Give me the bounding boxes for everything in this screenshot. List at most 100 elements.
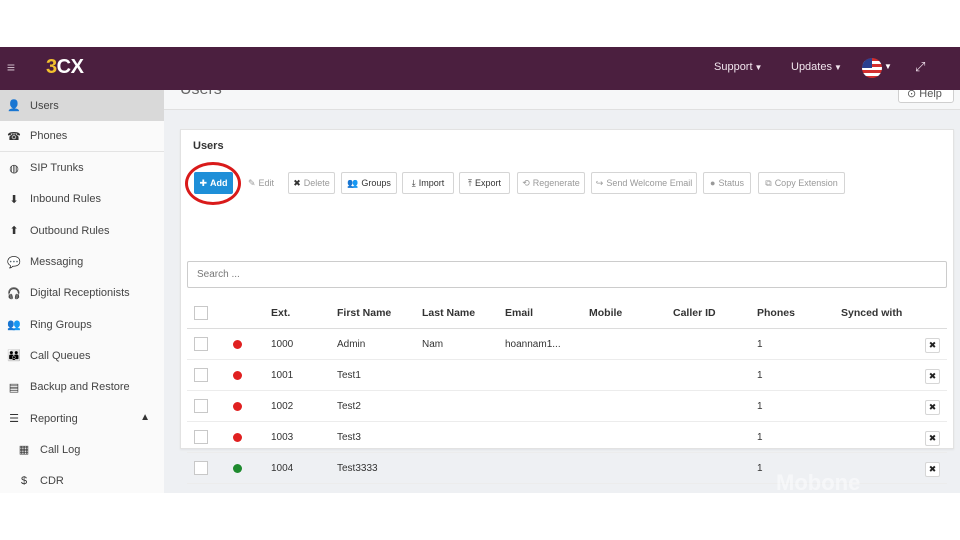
- table-row[interactable]: 1000 Admin Nam hoannam1... 1 ✖: [187, 329, 947, 360]
- table-body: 1000 Admin Nam hoannam1... 1 ✖ 1001 Test1 1 ✖ 1002…: [187, 329, 947, 484]
- user-icon: 👤: [7, 100, 21, 112]
- download-icon: ⤓: [411, 177, 416, 188]
- row-checkbox[interactable]: [194, 430, 208, 444]
- row-delete-icon[interactable]: ✖: [925, 400, 940, 415]
- sidebar-item-call-log[interactable]: ▦ Call Log: [0, 434, 164, 465]
- column-header-caller-id[interactable]: Caller ID: [673, 298, 716, 329]
- expand-icon[interactable]: ⤢: [915, 59, 925, 75]
- sidebar-item-backup-and-restore[interactable]: ▤ Backup and Restore: [0, 372, 164, 403]
- import-button[interactable]: ⤓ Import: [402, 172, 454, 194]
- column-header-last-name[interactable]: Last Name: [422, 298, 475, 329]
- watermark: Mobone: [776, 470, 861, 495]
- group-icon: 👥: [347, 177, 359, 188]
- pencil-icon: ✎: [247, 177, 256, 188]
- cell-phones: 1: [757, 339, 763, 350]
- send-welcome-email-button[interactable]: ↪ Send Welcome Email: [591, 172, 697, 194]
- sidebar-item-ring-groups[interactable]: 👥 Ring Groups: [0, 309, 164, 340]
- sidebar-item-call-queues[interactable]: 👪 Call Queues: [0, 340, 164, 371]
- support-menu[interactable]: Support ▼: [714, 61, 762, 73]
- copy-icon: ⧉: [765, 177, 772, 188]
- document-icon: ▦: [18, 444, 30, 457]
- sidebar-item-label: Phones: [30, 130, 68, 143]
- sidebar-item-inbound-rules[interactable]: ⬇ Inbound Rules: [0, 184, 164, 215]
- cell-first: Admin: [337, 339, 366, 350]
- sidebar-item-label: Digital Receptionists: [30, 287, 130, 300]
- sidebar-item-cdr[interactable]: $ CDR: [0, 466, 164, 493]
- chevron-up-icon[interactable]: ▲: [140, 412, 150, 423]
- status-button[interactable]: ● Status: [703, 172, 751, 194]
- cell-ext: 1001: [271, 370, 294, 381]
- sidebar-item-users[interactable]: 👤 Users: [0, 90, 164, 121]
- column-header-email[interactable]: Email: [505, 298, 533, 329]
- sidebar-item-label: Backup and Restore: [30, 381, 130, 394]
- sidebar-item-phones[interactable]: ☎ Phones: [0, 121, 164, 153]
- row-checkbox[interactable]: [194, 337, 208, 351]
- table-row[interactable]: 1003 Test3 1 ✖: [187, 422, 947, 453]
- groups-button[interactable]: 👥 Groups: [341, 172, 397, 194]
- row-checkbox[interactable]: [194, 368, 208, 382]
- cell-email: hoannam1...: [505, 339, 561, 350]
- column-header-phones[interactable]: Phones: [757, 298, 795, 329]
- arrow-up-icon: ⬆: [9, 225, 19, 238]
- arrow-down-icon: ⬇: [9, 193, 19, 206]
- refresh-icon: ⟲: [522, 177, 530, 188]
- hamburger-menu-icon[interactable]: ≡: [4, 59, 18, 75]
- updates-menu[interactable]: Updates ▼: [791, 61, 842, 73]
- regenerate-button[interactable]: ⟲ Regenerate: [517, 172, 585, 194]
- globe-icon: ◍: [9, 162, 19, 175]
- sidebar-item-label: Inbound Rules: [30, 193, 101, 206]
- row-delete-icon[interactable]: ✖: [925, 431, 940, 446]
- copy-extension-button[interactable]: ⧉ Copy Extension: [758, 172, 845, 194]
- table-row[interactable]: 1002 Test2 1 ✖: [187, 391, 947, 422]
- sidebar-item-reporting[interactable]: ☰ Reporting ▲: [0, 403, 164, 434]
- status-dot: [233, 340, 242, 349]
- add-button[interactable]: ✚ Add: [194, 172, 233, 194]
- queue-icon: 👪: [7, 350, 21, 363]
- select-all-checkbox[interactable]: [194, 306, 208, 320]
- edit-button[interactable]: ✎ Edit: [242, 172, 280, 194]
- upload-icon: ⤒: [468, 177, 472, 188]
- table-row[interactable]: 1001 Test1 1 ✖: [187, 360, 947, 391]
- status-dot: [233, 433, 242, 442]
- sidebar-item-digital-receptionists[interactable]: 🎧 Digital Receptionists: [0, 278, 164, 309]
- column-header-first-name[interactable]: First Name: [337, 298, 391, 329]
- database-icon: ▤: [8, 381, 20, 394]
- row-delete-icon[interactable]: ✖: [925, 338, 940, 353]
- us-flag-icon[interactable]: [862, 58, 882, 78]
- sidebar-item-outbound-rules[interactable]: ⬆ Outbound Rules: [0, 215, 164, 246]
- column-header-synced-with[interactable]: Synced with: [841, 298, 902, 329]
- plus-icon: ✚: [199, 177, 208, 188]
- row-delete-icon[interactable]: ✖: [925, 369, 940, 384]
- cell-first: Test2: [337, 401, 361, 412]
- caret-down-icon: ▼: [754, 63, 763, 72]
- status-dot: [233, 371, 242, 380]
- app-window: ≡ 3CX Support▼ Updates▼ ▼ ⤢ Users ⊙ Help…: [0, 47, 960, 493]
- logo[interactable]: 3CX: [46, 56, 84, 79]
- delete-button[interactable]: ✖ Delete: [288, 172, 335, 194]
- list-icon: ☰: [9, 413, 19, 425]
- caret-down-icon[interactable]: ▼: [884, 62, 892, 71]
- column-header-ext[interactable]: Ext.: [271, 298, 290, 329]
- cell-phones: 1: [757, 432, 763, 443]
- cell-first: Test3: [337, 432, 361, 443]
- close-icon: ✖: [293, 177, 301, 188]
- export-button[interactable]: ⤒ Export: [459, 172, 510, 194]
- status-dot: [233, 464, 242, 473]
- sidebar-item-label: Outbound Rules: [30, 224, 110, 237]
- users-table: Ext. First Name Last Name Email Mobile C…: [187, 298, 947, 484]
- group-icon: 👥: [7, 319, 21, 332]
- cell-ext: 1003: [271, 432, 294, 443]
- sidebar-item-label: Messaging: [30, 256, 84, 268]
- cell-last: Nam: [422, 339, 444, 350]
- cell-ext: 1002: [271, 401, 294, 412]
- cell-ext: 1004: [271, 463, 294, 474]
- row-checkbox[interactable]: [194, 399, 208, 413]
- row-checkbox[interactable]: [194, 461, 208, 475]
- sidebar-item-messaging[interactable]: 💬 Messaging: [0, 247, 164, 278]
- sidebar-item-label: Ring Groups: [30, 318, 92, 331]
- row-delete-icon[interactable]: ✖: [925, 462, 940, 477]
- column-header-mobile[interactable]: Mobile: [589, 298, 622, 329]
- search-input[interactable]: [187, 261, 947, 288]
- sidebar-item-sip-trunks[interactable]: ◍ SIP Trunks: [0, 153, 164, 184]
- chat-icon: 💬: [7, 256, 21, 269]
